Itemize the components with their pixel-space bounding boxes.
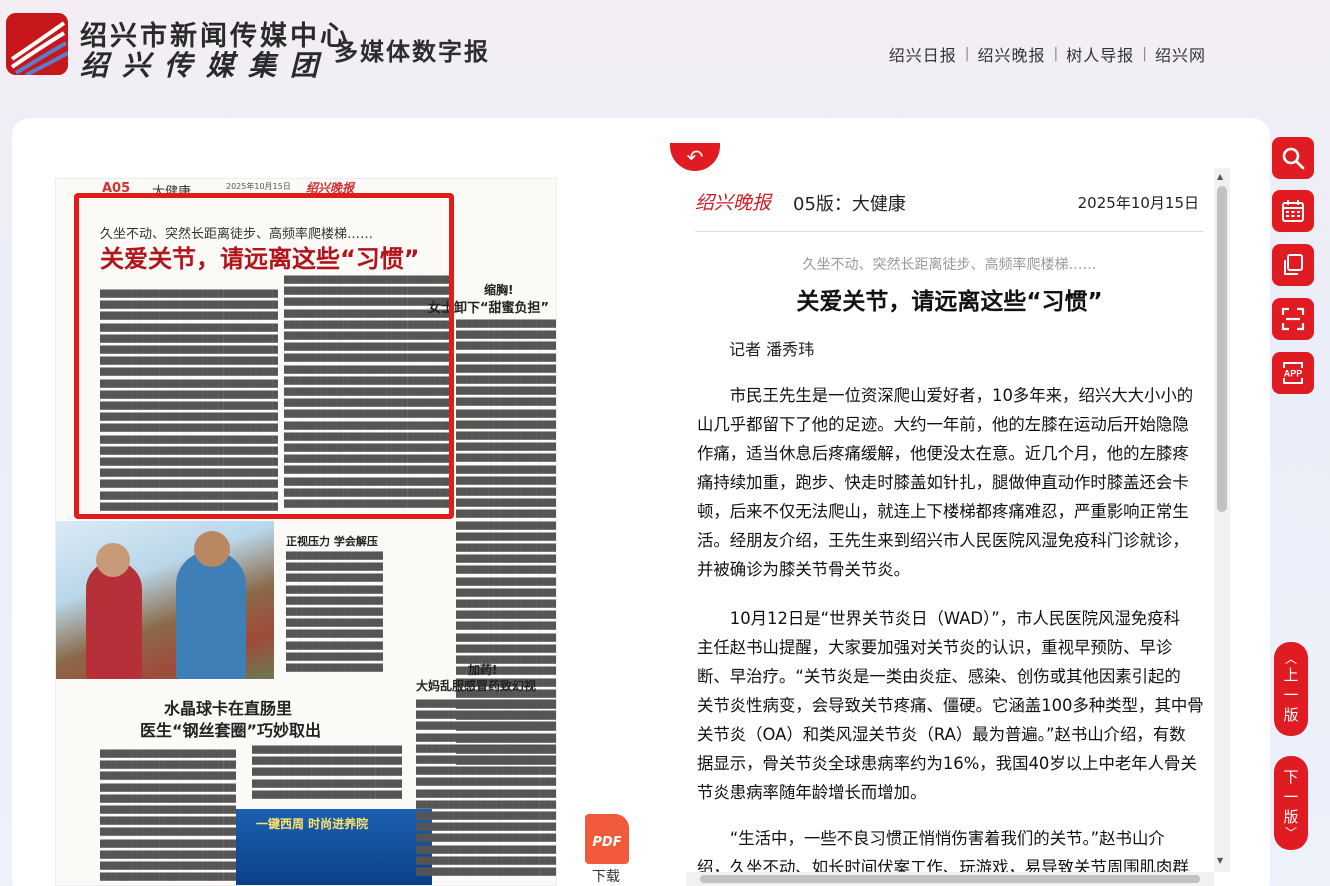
paper-date: 2025年10月15日 (226, 182, 291, 191)
logo-icon (6, 13, 68, 75)
app-button[interactable]: APP (1272, 352, 1314, 394)
page-label: 05版：大健康 (793, 194, 906, 215)
story4-title-b: 医生“钢丝套圈”巧妙取出 (140, 721, 322, 740)
chevron-up-icon: ︿ (1284, 652, 1297, 666)
calendar-button[interactable] (1272, 190, 1314, 232)
separator: | (1053, 46, 1059, 62)
paper-masthead: A05 大健康 2025年10月15日 绍兴晚报 (56, 179, 556, 200)
link-shuren-herald[interactable]: 树人导报 (1066, 42, 1134, 66)
article-header: 绍兴晚报 05版：大健康 2025年10月15日 (695, 186, 1203, 232)
advertisement[interactable]: 一键西周 时尚进养院 (236, 809, 432, 885)
link-shaoxing-daily[interactable]: 绍兴日报 (889, 42, 957, 66)
article-paragraph: 10月12日是“世界关节炎日（WAD）”，市人民医院风湿免疫科 主任赵书山提醒，… (697, 609, 1204, 802)
copy-icon (1284, 254, 1303, 275)
top-nav: 绍兴日报 | 绍兴晚报 | 树人导报 | 绍兴网 (889, 42, 1206, 66)
link-shaoxing-evening[interactable]: 绍兴晚报 (978, 42, 1046, 66)
scroll-down-icon[interactable]: ▼ (1217, 856, 1223, 865)
download-label[interactable]: 下载 (592, 866, 620, 886)
search-button[interactable] (1272, 137, 1314, 179)
header: 绍兴市新闻传媒中心 绍兴传媒集团 多媒体数字报 绍兴日报 | 绍兴晚报 | 树人… (0, 0, 1330, 110)
article-paragraph: 市民王先生是一位资深爬山爱好者，10多年来，绍兴大大小小的 山几乎都留下了他的足… (697, 386, 1194, 579)
link-shaoxing-net[interactable]: 绍兴网 (1155, 42, 1206, 66)
pdf-download-button[interactable]: PDF (585, 814, 629, 864)
story2-title-a: 缩胸! (484, 283, 514, 297)
story4-text-col2: ████████████████████████████ ████████████… (252, 746, 402, 799)
site-title: 多媒体数字报 (334, 38, 490, 66)
app-icon: APP (1283, 362, 1303, 384)
selected-article-highlight[interactable] (74, 193, 454, 519)
story5-title-a: 加药! (468, 663, 498, 677)
article-paragraph: “生活中，一些不良习惯正悄悄伤害着我们的关节。”赵书山介 绍，久坐不动、如长时间… (697, 829, 1189, 877)
group-name: 绍兴传媒集团 (80, 49, 333, 82)
scan-button[interactable] (1272, 298, 1314, 340)
scroll-thumb[interactable] (1217, 186, 1227, 512)
scroll-thumb[interactable] (700, 875, 1200, 883)
svg-text:APP: APP (1284, 369, 1303, 379)
story4-text-col1: ████████████████████████████ ████████████… (100, 750, 236, 882)
return-icon: ↶ (686, 145, 704, 169)
article-title: 关爱关节，请远离这些“习惯” (796, 289, 1103, 315)
next-page-button[interactable]: 下 一 版 ﹀ (1274, 756, 1308, 850)
article-author: 记者 潘秀玮 (729, 340, 815, 359)
separator: | (964, 46, 970, 62)
search-icon (1282, 147, 1305, 170)
scan-icon (1281, 307, 1305, 331)
story3-text: ██████████████████ ██████████████████ ████… (286, 552, 383, 673)
chevron-down-icon: ﹀ (1284, 826, 1297, 840)
article-date: 2025年10月15日 (1077, 194, 1199, 212)
story3-title: 正视压力 学会解压 (286, 535, 378, 548)
article-brand: 绍兴晚报 (695, 192, 772, 214)
ad-text: 一键西周 时尚进养院 (256, 817, 369, 831)
separator: | (1142, 46, 1147, 62)
copy-button[interactable] (1272, 244, 1314, 286)
prev-page-button[interactable]: ︿ 上 一 版 (1274, 642, 1308, 736)
article-subtitle: 久坐不动、突然长距离徒步、高频率爬楼梯…… (802, 257, 1097, 273)
story5-text: ████████████████████████████ ████████████… (416, 700, 556, 877)
calendar-icon (1282, 200, 1304, 222)
scroll-up-icon[interactable]: ▲ (1217, 172, 1223, 181)
vertical-scrollbar[interactable]: ▲ ▼ (1214, 168, 1230, 872)
article-photo (56, 521, 274, 679)
article-panel: 绍兴晚报 05版：大健康 2025年10月15日 久坐不动、突然长距离徒步、高频… (687, 178, 1212, 878)
pdf-icon: PDF (585, 814, 629, 864)
story4-title-a: 水晶球卡在直肠里 (164, 699, 293, 718)
horizontal-scrollbar[interactable] (686, 872, 1214, 886)
story5-title-b: 大妈乱服感冒药致幻视 (416, 679, 537, 693)
